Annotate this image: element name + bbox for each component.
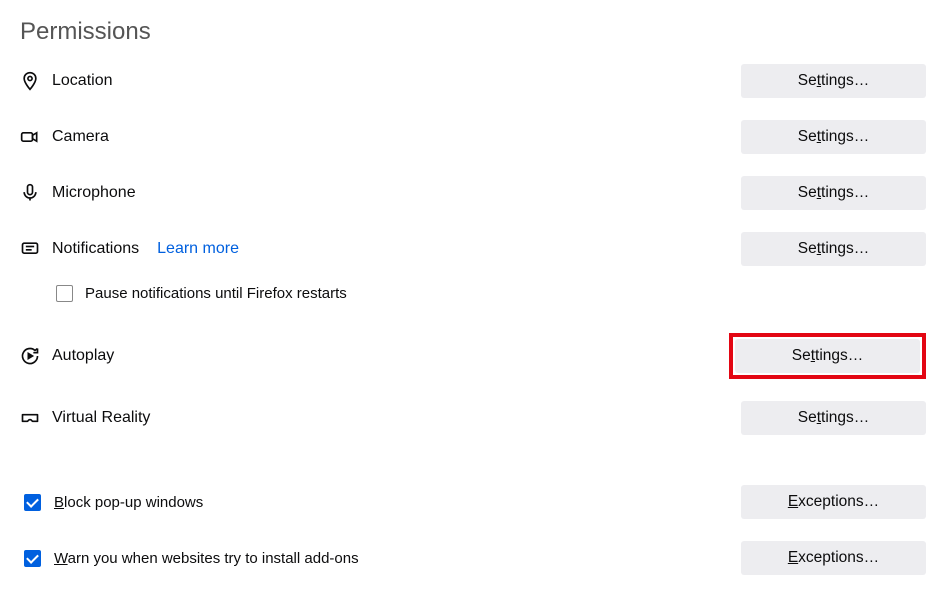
autoplay-icon [20,346,40,366]
location-label: Location [52,72,113,90]
autoplay-settings-button[interactable]: Settings… [735,339,920,373]
notifications-learn-more-link[interactable]: Learn more [157,240,239,258]
section-title: Permissions [20,18,926,46]
autoplay-label: Autoplay [52,347,114,365]
location-icon [20,71,40,91]
autoplay-button-highlight: Settings… [729,333,926,379]
pause-notifications-checkbox[interactable] [56,285,73,302]
block-popups-row: Block pop-up windows Exceptions… [20,485,926,519]
permission-row-location: Location Settings… [20,64,926,98]
microphone-settings-button[interactable]: Settings… [741,176,926,210]
block-popups-checkbox[interactable] [24,494,41,511]
notifications-settings-button[interactable]: Settings… [741,232,926,266]
location-settings-button[interactable]: Settings… [741,64,926,98]
camera-icon [20,127,40,147]
pause-notifications-label: Pause notifications until Firefox restar… [85,285,347,302]
warn-addons-row: Warn you when websites try to install ad… [20,541,926,575]
warn-addons-exceptions-button[interactable]: Exceptions… [741,541,926,575]
vr-label: Virtual Reality [52,409,150,427]
warn-addons-checkbox[interactable] [24,550,41,567]
camera-settings-button[interactable]: Settings… [741,120,926,154]
pause-notifications-row: Pause notifications until Firefox restar… [52,282,926,305]
permission-row-vr: Virtual Reality Settings… [20,401,926,435]
permission-row-autoplay: Autoplay Settings… [20,333,926,379]
vr-settings-button[interactable]: Settings… [741,401,926,435]
block-popups-exceptions-button[interactable]: Exceptions… [741,485,926,519]
notifications-label: Notifications [52,240,139,258]
warn-addons-label: Warn you when websites try to install ad… [54,550,359,567]
vr-icon [20,408,40,428]
block-popups-label: Block pop-up windows [54,494,203,511]
microphone-icon [20,183,40,203]
notifications-icon [20,239,40,259]
camera-label: Camera [52,128,109,146]
permission-row-notifications: Notifications Learn more Settings… [20,232,926,266]
permission-row-microphone: Microphone Settings… [20,176,926,210]
microphone-label: Microphone [52,184,136,202]
permission-row-camera: Camera Settings… [20,120,926,154]
